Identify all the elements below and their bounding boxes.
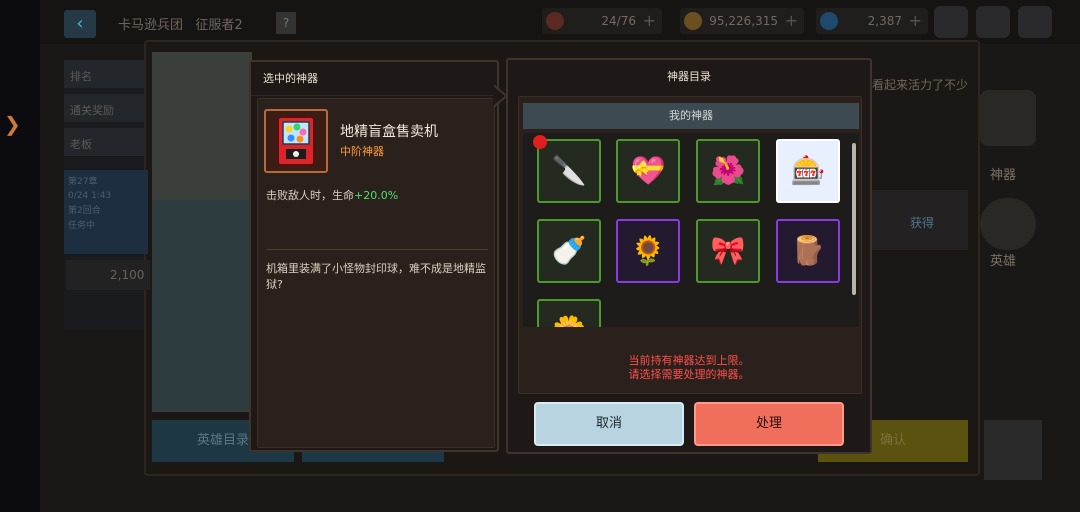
add-gem-icon[interactable]: + <box>909 8 922 34</box>
tab-my-artifacts[interactable]: 我的神器 <box>523 103 859 129</box>
side-expand-arrow-icon[interactable]: ❯ <box>4 112 21 136</box>
add-gold-icon[interactable]: + <box>785 8 798 34</box>
gacha-machine-icon <box>277 116 315 166</box>
selected-artifact-icon-frame <box>264 109 328 173</box>
artifact-grid[interactable]: 🔪 💝 🌺 🎰 🍼 🌻 🎀 🪵 🌼 <box>523 133 859 327</box>
new-badge-icon <box>533 135 547 149</box>
heart-pendant-icon: 💝 <box>630 154 666 187</box>
settings-gear-button[interactable] <box>1018 6 1052 38</box>
stage-chapter: 第27章 <box>68 177 98 187</box>
artifact-slot-cleaver[interactable]: 🔪 <box>537 139 601 203</box>
back-button[interactable]: ‹ <box>64 10 96 38</box>
bottom-right-decoration <box>984 420 1042 480</box>
boss-row[interactable]: 老板 <box>64 128 144 156</box>
selected-artifact-effect: 击败敌人时，生命+20.0% <box>266 189 399 202</box>
red-branch-icon: 🪵 <box>790 234 826 267</box>
rank-row[interactable]: 排名 <box>64 60 144 88</box>
panel-pointer-arrow-inner <box>493 86 505 106</box>
stage-status: 任务中 <box>68 221 96 231</box>
carnivorous-plant-icon: 🌻 <box>630 234 666 267</box>
milk-bottle-icon: 🍼 <box>551 234 587 267</box>
stage-scene-lower <box>152 200 252 410</box>
artifact-slot-rafflesia-flower[interactable]: 🌺 <box>696 139 760 203</box>
pink-jelly-icon: 🎀 <box>710 234 746 267</box>
artifact-slot-carnivorous-plant[interactable]: 🌻 <box>616 219 680 283</box>
artifact-nav-label[interactable]: 神器 <box>990 164 1016 183</box>
selected-artifact-body: 地精盲盒售卖机 中阶神器 击败敌人时，生命+20.0% 机箱里装满了小怪物封印球… <box>257 98 495 448</box>
selected-artifact-description: 机箱里装满了小怪物封印球，难不成是地精监狱? <box>266 262 486 291</box>
gold-counter[interactable]: 95,226,315 + <box>680 8 804 34</box>
selected-artifact-header: 选中的神器 <box>251 62 497 96</box>
stage-round: 第2回合 <box>68 206 101 216</box>
selected-artifact-name: 地精盲盒售卖机 <box>340 124 438 140</box>
hero-nav-label[interactable]: 英雄 <box>990 250 1016 269</box>
clear-reward-row[interactable]: 通关奖励 <box>64 94 144 122</box>
help-button[interactable]: ? <box>276 12 296 34</box>
gem-counter[interactable]: 2,387 + <box>816 8 928 34</box>
artifact-grid-scrollbar[interactable] <box>852 143 856 295</box>
gem-icon <box>820 12 838 30</box>
limit-message-line-2: 请选择需要处理的神器。 <box>628 368 750 381</box>
artifact-catalog-title: 神器目录 <box>667 70 711 83</box>
process-button[interactable]: 处理 <box>694 402 844 446</box>
cleaver-icon: 🔪 <box>551 154 587 187</box>
chat-button[interactable] <box>934 6 968 38</box>
artifact-slot-red-branch[interactable]: 🪵 <box>776 219 840 283</box>
artifact-limit-message: 当前持有神器达到上限。 请选择需要处理的神器。 <box>508 354 870 382</box>
artifact-slot-gacha-machine[interactable]: 🎰 <box>776 139 840 203</box>
cancel-button[interactable]: 取消 <box>534 402 684 446</box>
add-stamina-icon[interactable]: + <box>643 8 656 34</box>
stamina-counter[interactable]: 24/76 + <box>542 8 662 34</box>
artifact-slot-pink-jelly[interactable]: 🎀 <box>696 219 760 283</box>
left-edge-panel: ❯ <box>0 0 40 512</box>
stage-progress-box: 第27章 0/24 1:43 第2回合 任务中 <box>64 170 148 254</box>
rafflesia-flower-icon: 🌺 <box>710 154 746 187</box>
selected-artifact-panel: 选中的神器 地精盲盒售卖机 中阶神器 击败敌人时，生命+20.0% 机箱里装满了… <box>249 60 499 452</box>
detail-divider <box>266 249 488 250</box>
stamina-icon <box>546 12 564 30</box>
gold-coin-icon <box>684 12 702 30</box>
artifact-catalog-panel: 神器目录 我的神器 🔪 💝 🌺 🎰 🍼 🌻 🎀 🪵 🌼 当前持有神器达到上限。 请选择需要处理的… <box>506 58 872 454</box>
gacha-machine-icon: 🎰 <box>790 154 826 187</box>
obtain-box: 获得 <box>872 190 968 250</box>
stage-title: 卡马逊兵团 征服者2 <box>118 18 243 33</box>
golden-nugget-icon: 🌼 <box>552 317 587 328</box>
artifact-slot-golden-nugget[interactable]: 🌼 <box>537 299 601 327</box>
artifact-catalog-inner: 我的神器 🔪 💝 🌺 🎰 🍼 🌻 🎀 🪵 🌼 <box>518 96 862 394</box>
power-counter: 2,100 <box>66 260 150 290</box>
hero-nav-icon[interactable] <box>980 198 1036 250</box>
obtain-label: 获得 <box>910 216 935 230</box>
selected-artifact-rarity: 中阶神器 <box>340 145 384 158</box>
limit-message-line-1: 当前持有神器达到上限。 <box>628 354 750 367</box>
mail-button[interactable] <box>976 6 1010 38</box>
artifact-slot-heart-pendant[interactable]: 💝 <box>616 139 680 203</box>
artifact-slot-milk-bottle[interactable]: 🍼 <box>537 219 601 283</box>
stage-timer: 0/24 1:43 <box>68 191 112 201</box>
effect-value: +20.0% <box>354 189 399 202</box>
artifact-nav-icon[interactable] <box>980 90 1036 146</box>
flavor-text: 看起来活力了不少 <box>872 78 969 92</box>
